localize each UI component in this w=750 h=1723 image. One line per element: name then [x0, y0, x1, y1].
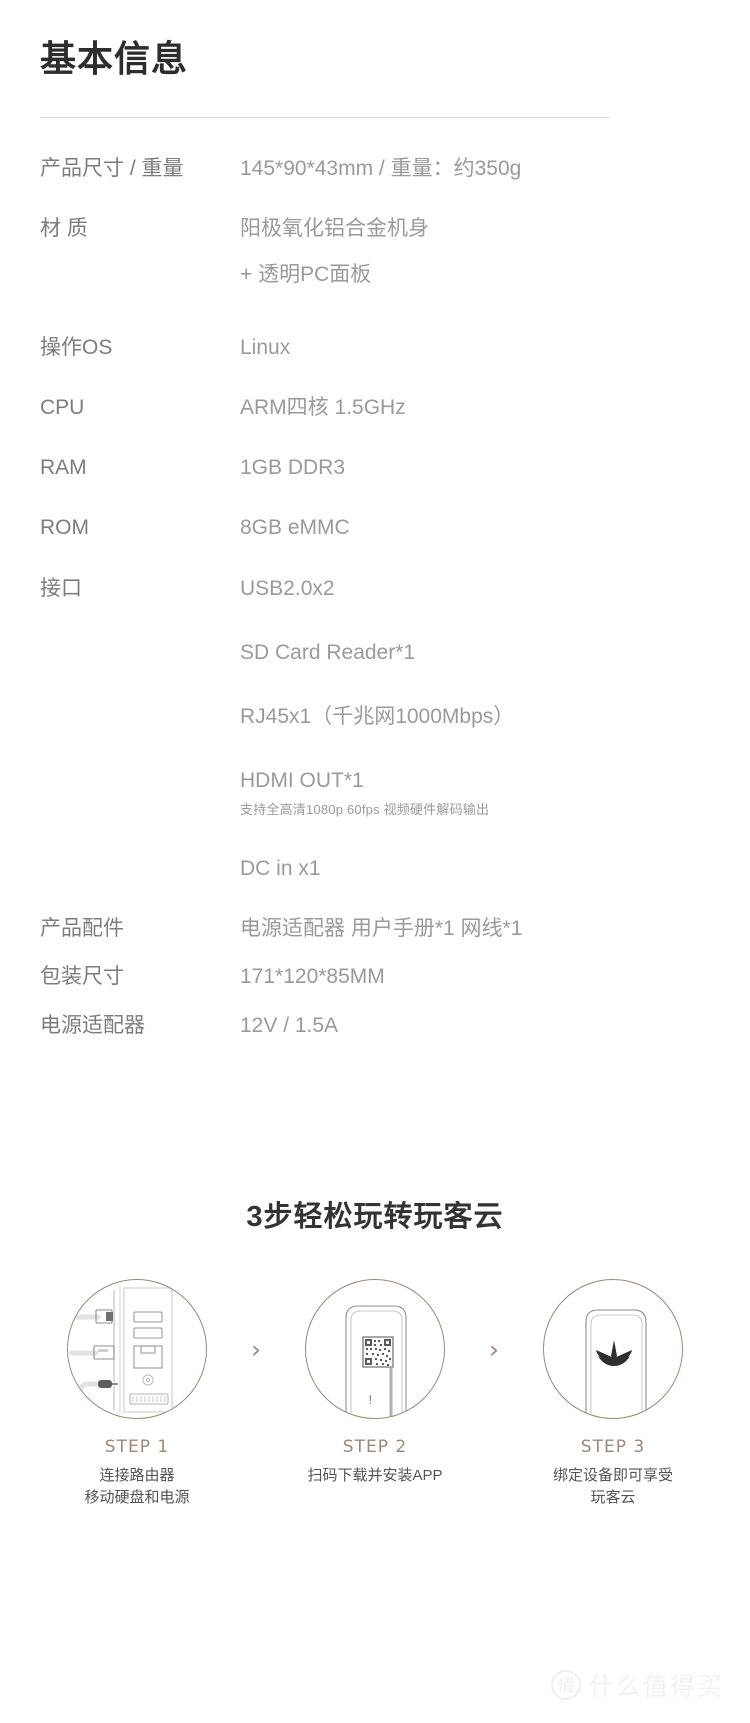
step-2-desc-line1: 扫码下载并安装APP: [307, 1467, 443, 1484]
spec-label: 产品配件: [40, 917, 124, 941]
step-2-illustration: !: [305, 1279, 445, 1419]
svg-text:!: !: [368, 1393, 373, 1407]
spec-value: 电源适配器 用户手册*1 网线*1: [240, 917, 523, 941]
step-3-desc-line2: 玩客云: [590, 1488, 636, 1506]
table-row: 产品尺寸 / 重量 145*90*43mm / 重量：约350g: [40, 156, 710, 216]
step-2: ! STEP 2 扫码下载并安装APP: [277, 1279, 473, 1487]
spec-label: 接口: [40, 576, 82, 600]
step-1-desc-line2: 移动硬盘和电源: [84, 1488, 190, 1506]
table-row: ROM 8GB eMMC: [40, 515, 710, 575]
spec-label: 包装尺寸: [40, 965, 124, 989]
spec-value: 145*90*43mm / 重量：约350g: [240, 156, 522, 180]
interface-hdmi: HDMI OUT*1: [240, 769, 364, 793]
step-1-illustration: [67, 1279, 207, 1419]
spec-value: ARM四核 1.5GHz: [240, 395, 406, 419]
step-arrow-1: ›: [251, 1335, 261, 1364]
step-3: STEP 3 绑定设备即可享受 玩客云: [515, 1279, 711, 1509]
interface-sd: SD Card Reader*1: [240, 640, 416, 664]
step-3-name: STEP 3: [580, 1437, 646, 1457]
spec-value: 12V / 1.5A: [240, 1013, 339, 1037]
spec-value: 8GB eMMC: [240, 516, 350, 540]
device-ports-icon: [69, 1286, 173, 1414]
spec-value: Linux: [240, 335, 291, 359]
spec-label: 电源适配器: [40, 1013, 145, 1037]
qr-code-phone-icon: !: [345, 1305, 407, 1418]
step-3-desc-line1: 绑定设备即可享受: [552, 1467, 673, 1484]
spec-value-line: + 透明PC面板: [240, 263, 372, 287]
product-detail-page: 基本信息 产品尺寸 / 重量 145*90*43mm / 重量：约350g 材 …: [0, 0, 750, 1723]
specification-table: 产品尺寸 / 重量 145*90*43mm / 重量：约350g 材 质 阳极氧…: [40, 156, 710, 1061]
table-row: CPU ARM四核 1.5GHz: [40, 395, 710, 455]
step-1-desc-line1: 连接路由器: [99, 1467, 175, 1484]
table-row-interfaces: 接口 USB2.0x2 SD Card Reader*1 RJ45x1（千兆网1…: [40, 576, 710, 917]
step-3-illustration: [543, 1279, 683, 1419]
spec-label: 材 质: [40, 217, 88, 241]
step-arrow-2: ›: [489, 1335, 499, 1364]
step-1: STEP 1 连接路由器 移动硬盘和电源: [39, 1279, 235, 1509]
steps-row: STEP 1 连接路由器 移动硬盘和电源 › ! STEP 2 扫码下载并安装A…: [0, 1279, 750, 1509]
watermark-logo-icon: 值: [550, 1670, 581, 1700]
table-row: 包装尺寸 171*120*85MM: [40, 964, 710, 1012]
page-title: 基本信息: [40, 38, 189, 79]
spec-value: 阳极氧化铝合金机身 + 透明PC面板: [240, 216, 710, 335]
basic-info-section: 基本信息 产品尺寸 / 重量 145*90*43mm / 重量：约350g 材 …: [0, 0, 750, 1061]
interface-usb: USB2.0x2: [240, 576, 335, 600]
interface-rj45: RJ45x1（千兆网1000Mbps）: [240, 705, 515, 729]
spec-label: ROM: [40, 516, 89, 540]
spec-label: CPU: [40, 395, 85, 419]
steps-title: 3步轻松玩转玩客云: [246, 1201, 504, 1233]
spec-value: 1GB DDR3: [240, 456, 346, 480]
title-divider: [40, 116, 610, 118]
step-1-description: 连接路由器 移动硬盘和电源: [84, 1465, 189, 1509]
table-row: 材 质 阳极氧化铝合金机身 + 透明PC面板: [40, 216, 710, 335]
steps-section: 3步轻松玩转玩客云 STEP 1 连接路由器 移动硬盘和电源 › ! STEP …: [0, 1165, 750, 1509]
lotus-logo-icon: [585, 1309, 647, 1418]
step-2-description: 扫码下载并安装APP: [307, 1465, 442, 1487]
spec-value: USB2.0x2 SD Card Reader*1 RJ45x1（千兆网1000…: [240, 576, 710, 917]
table-row: RAM 1GB DDR3: [40, 455, 710, 515]
spec-label: RAM: [40, 456, 87, 480]
step-1-name: STEP 1: [104, 1437, 170, 1457]
table-row: 产品配件 电源适配器 用户手册*1 网线*1: [40, 916, 710, 964]
interface-dc: DC in x1: [240, 856, 321, 880]
watermark: 值 什么值得买: [550, 1667, 724, 1703]
spec-label: 操作OS: [40, 335, 113, 359]
spec-label: 产品尺寸 / 重量: [40, 156, 184, 180]
spec-value-line: 阳极氧化铝合金机身: [240, 217, 429, 241]
step-3-description: 绑定设备即可享受 玩客云: [553, 1465, 673, 1509]
spec-value: 171*120*85MM: [240, 965, 385, 989]
table-row: 操作OS Linux: [40, 335, 710, 395]
step-2-name: STEP 2: [342, 1437, 408, 1457]
table-row: 电源适配器 12V / 1.5A: [40, 1013, 710, 1061]
hdmi-fineprint: 支持全高清1080p 60fps 视频硬件解码输出: [240, 801, 490, 817]
watermark-text: 什么值得买: [588, 1673, 724, 1701]
